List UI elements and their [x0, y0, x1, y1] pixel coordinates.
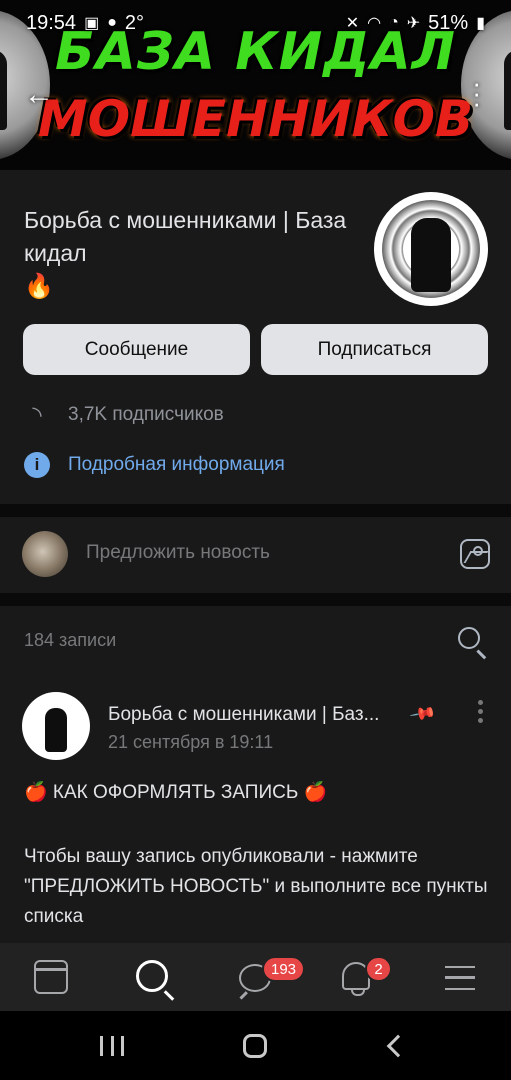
subscribers-count: 3,7K подписчиков: [68, 404, 224, 425]
banner-title-line2: МОШЕННИКОВ: [37, 90, 474, 148]
subscribe-button[interactable]: Подписаться: [261, 324, 488, 375]
recent-apps-icon[interactable]: [100, 1036, 124, 1056]
messages-badge: 193: [262, 956, 306, 982]
message-button[interactable]: Сообщение: [23, 324, 250, 375]
home-icon[interactable]: [243, 1034, 267, 1058]
battery-icon: ▮: [476, 15, 485, 32]
notifications-badge: 2: [365, 956, 392, 982]
posts-count: 184 записи: [24, 630, 117, 650]
post-body: Чтобы вашу запись опубликовали - нажмите…: [24, 846, 488, 927]
details-link[interactable]: Подробная информация: [68, 454, 285, 476]
more-options-icon[interactable]: · · ·: [472, 70, 481, 116]
post-title: 🍎 КАК ОФОРМЛЯТЬ ЗАПИСЬ 🍎: [24, 782, 328, 803]
subscribers-row[interactable]: ◝ 3,7K подписчиков: [24, 400, 224, 430]
fire-emoji: 🔥: [24, 273, 54, 300]
status-bar: 19:54 ▣ ● 2° ✕ ◠ ◔ ✈ 51% ▮: [0, 0, 511, 46]
group-avatar[interactable]: [374, 192, 488, 306]
info-icon: i: [24, 452, 50, 478]
details-row[interactable]: i Подробная информация: [24, 452, 285, 478]
post-date: 21 сентября в 19:11: [108, 732, 274, 752]
attach-photo-icon[interactable]: [460, 539, 490, 569]
status-temperature: 2°: [124, 11, 144, 34]
signal-icon: ◔: [389, 14, 399, 31]
airplane-icon: ✈: [406, 15, 421, 32]
chat-notification-icon: ●: [107, 14, 117, 31]
user-avatar: [22, 531, 68, 577]
status-time: 19:54: [26, 11, 77, 34]
rss-icon: ◝: [32, 401, 42, 429]
feed-tab-icon[interactable]: [34, 960, 68, 994]
suggest-news-input[interactable]: Предложить новость: [86, 542, 270, 564]
search-icon[interactable]: [458, 627, 480, 649]
post-author-name[interactable]: Борьба с мошенниками | Баз...: [108, 704, 404, 726]
group-title: Борьба с мошенниками | База кидал: [24, 207, 347, 266]
wifi-icon: ◠: [367, 15, 382, 32]
search-tab-icon[interactable]: [136, 960, 168, 992]
gallery-notification-icon: ▣: [84, 15, 100, 32]
battery-level: 51%: [428, 11, 469, 34]
back-arrow-icon[interactable]: ←: [24, 78, 54, 112]
mute-icon: ✕: [345, 15, 360, 32]
post-more-icon[interactable]: [478, 700, 484, 727]
post-author-avatar[interactable]: [22, 692, 90, 760]
menu-tab-icon[interactable]: [445, 966, 475, 990]
